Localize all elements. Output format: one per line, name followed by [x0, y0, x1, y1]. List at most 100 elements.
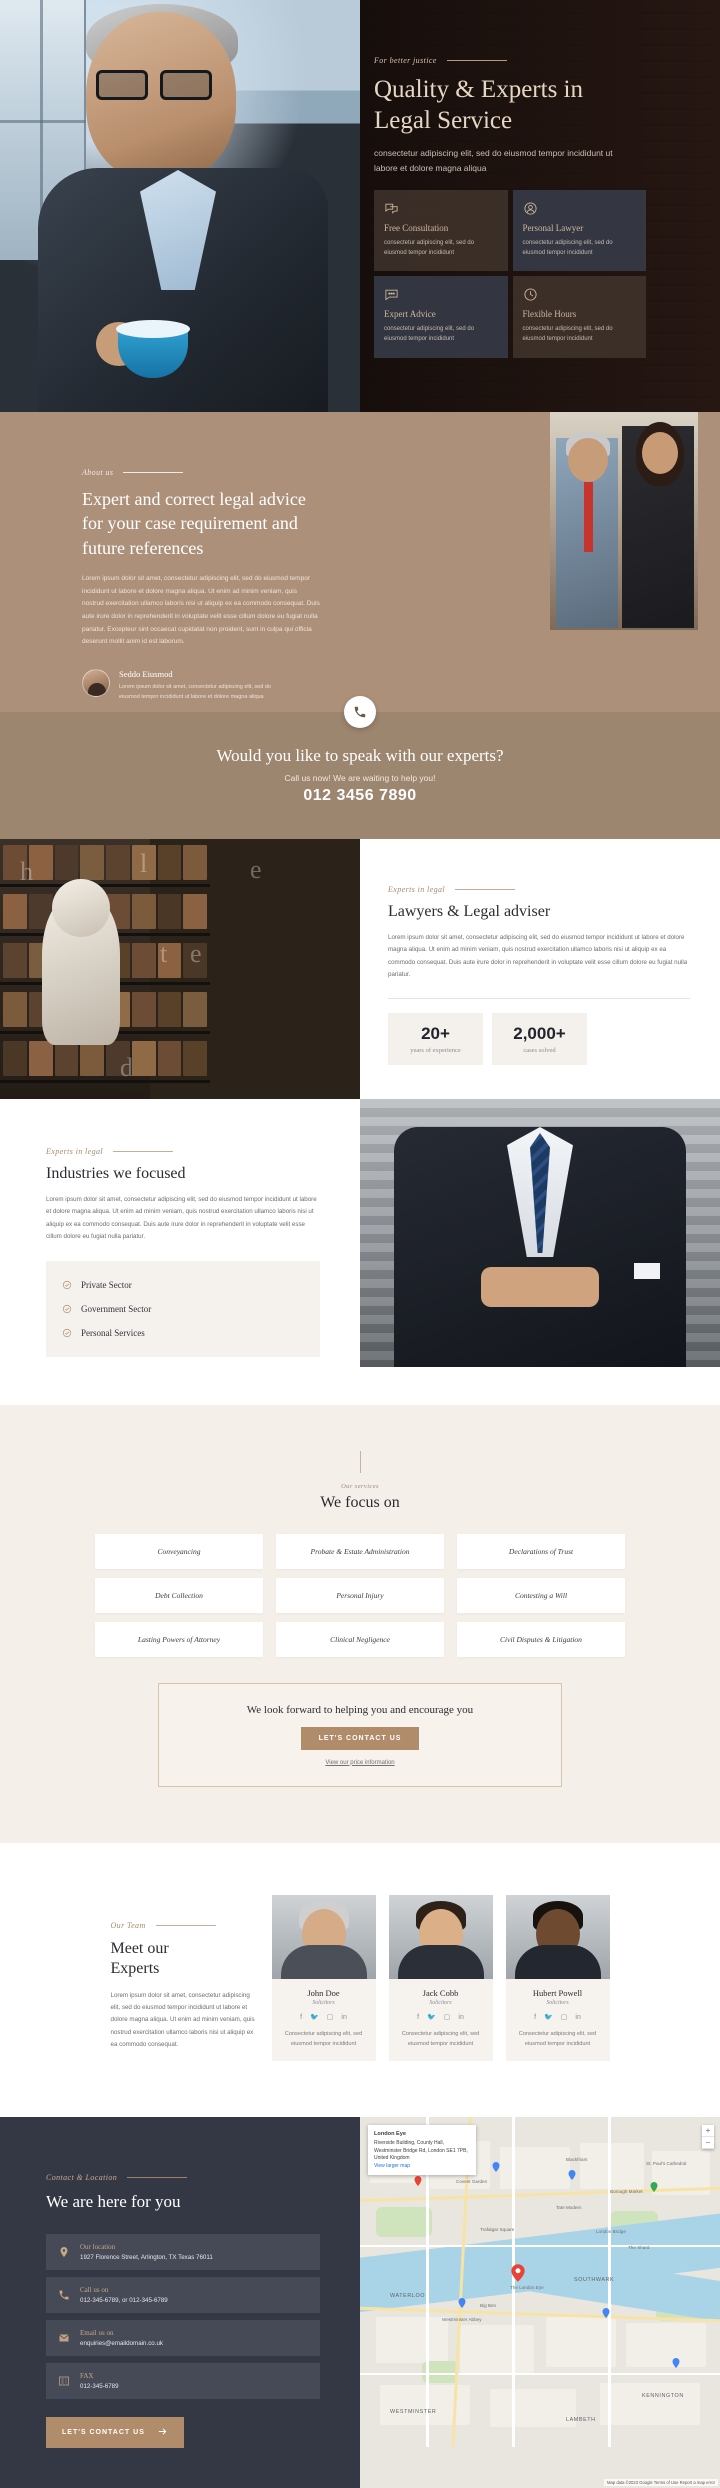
twitter-icon[interactable]: 🐦 [427, 2014, 436, 2021]
lawyers-eyebrow-text: Experts in legal [388, 885, 446, 894]
twitter-icon[interactable]: 🐦 [310, 2014, 319, 2021]
phone-icon [353, 705, 367, 719]
phone-badge[interactable] [344, 696, 376, 728]
service-item[interactable]: Lasting Powers of Attorney [95, 1621, 263, 1657]
service-item[interactable]: Conveyancing [95, 1533, 263, 1569]
team-member-card[interactable]: John Doe Solicitors f 🐦 ▢ in Consectetur… [271, 1894, 376, 2061]
map-poi-pin[interactable] [566, 2169, 578, 2181]
service-item[interactable]: Probate & Estate Administration [276, 1533, 444, 1569]
contact-row-email[interactable]: Email us on enquiries@emaildomain.co.uk [46, 2319, 320, 2356]
cta-phone-number[interactable]: 012 3456 7890 [0, 787, 720, 805]
team-member-name: Jack Cobb [422, 1987, 459, 1998]
linkedin-icon[interactable]: in [575, 2014, 580, 2021]
contact-eyebrow-text: Contact & Location [46, 2172, 118, 2182]
facebook-icon[interactable]: f [300, 2014, 302, 2021]
price-information-link[interactable]: View our price information [169, 1760, 551, 1766]
service-item[interactable]: Declarations of Trust [457, 1533, 625, 1569]
contact-row-location[interactable]: Our location 1927 Florence Street, Arlin… [46, 2233, 320, 2270]
cta-heading: Would you like to speak with our experts… [216, 746, 504, 765]
suit-photo [360, 1099, 720, 1367]
glasses-icon [96, 70, 222, 100]
list-item[interactable]: Personal Services [62, 1321, 304, 1345]
team-member-card[interactable]: Jack Cobb Solicitors f 🐦 ▢ in Consectetu… [388, 1894, 493, 2061]
map-label: The London Eye [510, 2284, 544, 2290]
hero-eyebrow: For better justice [374, 56, 692, 65]
service-item[interactable]: Debt Collection [95, 1577, 263, 1613]
map-poi-pin[interactable] [456, 2297, 468, 2309]
contact-eyebrow: Contact & Location [46, 2173, 320, 2182]
team-member-name: John Doe [307, 1987, 340, 1998]
map-poi-pin[interactable] [600, 2307, 612, 2319]
instagram-icon[interactable]: ▢ [561, 2014, 568, 2021]
linkedin-icon[interactable]: in [341, 2014, 346, 2021]
team-member-photo [505, 1894, 610, 1979]
contact-row-label: FAX [80, 2371, 94, 2380]
avatar [82, 668, 110, 697]
contact-row-label: Our location [80, 2242, 116, 2251]
hero-card-free-consultation[interactable]: Free Consultation consectetur adipiscing… [374, 189, 508, 272]
map-zoom-controls[interactable]: + − [702, 2124, 714, 2149]
contact-info-list: Our location 1927 Florence Street, Arlin… [46, 2233, 320, 2399]
team-member-socials: f 🐦 ▢ in [280, 2014, 368, 2021]
contact-us-button[interactable]: LET'S CONTACT US [300, 1726, 420, 1750]
list-item[interactable]: Government Sector [62, 1297, 304, 1321]
user-circle-icon [523, 201, 637, 216]
map-label: Borough Market [610, 2188, 643, 2194]
map-label: KENNINGTON [642, 2392, 684, 2399]
lawyers-heading: Lawyers & Legal adviser [388, 903, 551, 920]
hero-card-flexible-hours[interactable]: Flexible Hours consectetur adipiscing el… [512, 276, 646, 358]
map-zoom-out-button[interactable]: − [702, 2137, 714, 2149]
map-marker-main[interactable] [508, 2263, 528, 2283]
decorative-letters: h l e e t d [20, 849, 262, 1082]
list-item[interactable]: Private Sector [62, 1273, 304, 1297]
map-zoom-in-button[interactable]: + [702, 2125, 714, 2137]
map-panel[interactable]: WATERLOO SOUTHWARK LAMBETH WESTMINSTER K… [360, 2116, 720, 2488]
about-person-right [622, 422, 694, 628]
team-member-socials: f 🐦 ▢ in [514, 2014, 602, 2021]
twitter-icon[interactable]: 🐦 [544, 2014, 553, 2021]
list-item-label: Private Sector [81, 1279, 132, 1290]
team-member-desc: Consectetur adipiscing elit, sed eiusmod… [518, 2030, 597, 2047]
fax-icon [58, 2375, 70, 2387]
cta-band: Would you like to speak with our experts… [0, 712, 720, 839]
suit-cuff [634, 1263, 660, 1279]
lets-contact-us-button[interactable]: LET'S CONTACT US [46, 2416, 184, 2448]
service-item[interactable]: Contesting a Will [457, 1577, 625, 1613]
check-circle-icon [62, 1280, 72, 1290]
industries-content: Experts in legal Industries we focused L… [0, 1099, 360, 1405]
hero-card-title: Expert Advice [384, 309, 436, 320]
map-poi-pin[interactable] [670, 2357, 682, 2369]
map-poi-pin[interactable] [490, 2161, 502, 2173]
eyebrow-rule [455, 889, 516, 890]
stats-group: 20+ years of experience 2,000+ cases sol… [388, 1012, 690, 1065]
facebook-icon[interactable]: f [417, 2014, 419, 2021]
instagram-icon[interactable]: ▢ [444, 2014, 451, 2021]
hero-card-personal-lawyer[interactable]: Personal Lawyer consectetur adipiscing e… [512, 189, 646, 272]
focus-cta-heading: We look forward to helping you and encou… [246, 1703, 474, 1716]
hero-eyebrow-text: For better justice [374, 56, 437, 65]
hero-card-grid: Free Consultation consectetur adipiscing… [374, 189, 646, 358]
service-item[interactable]: Civil Disputes & Litigation [457, 1621, 625, 1657]
team-heading-line-2: Experts [110, 1959, 160, 1977]
team-member-desc: Consectetur adipiscing elit, sed eiusmod… [401, 2030, 480, 2047]
vertical-rule [359, 1450, 361, 1473]
linkedin-icon[interactable]: in [458, 2014, 463, 2021]
map-label: The Shard [628, 2244, 650, 2250]
instagram-icon[interactable]: ▢ [327, 2014, 334, 2021]
contact-row-phone[interactable]: Call us on 012-345-6789, or 012-345-6789 [46, 2276, 320, 2313]
service-item[interactable]: Personal Injury [276, 1577, 444, 1613]
focus-cta-box: We look forward to helping you and encou… [158, 1682, 562, 1787]
envelope-icon [58, 2332, 70, 2344]
hero-title: Quality & Experts in Legal Service [374, 75, 692, 136]
map-info-window[interactable]: London Eye Riverside Building, County Ha… [368, 2124, 476, 2176]
service-item[interactable]: Clinical Negligence [276, 1621, 444, 1657]
hero-card-text: consectetur adipiscing elit, sed do eius… [384, 326, 475, 343]
view-larger-map-link[interactable]: View larger map [374, 2163, 470, 2171]
map-poi-pin[interactable] [648, 2181, 660, 2193]
team-member-card[interactable]: Hubert Powell Solicitors f 🐦 ▢ in Consec… [505, 1894, 610, 2061]
contact-row-fax[interactable]: FAX 012-345-6789 [46, 2362, 320, 2399]
facebook-icon[interactable]: f [534, 2014, 536, 2021]
map-poi-pin[interactable] [412, 2175, 424, 2187]
hero-card-expert-advice[interactable]: Expert Advice consectetur adipiscing eli… [374, 276, 508, 358]
hero-card-text: consectetur adipiscing elit, sed do eius… [522, 239, 613, 256]
